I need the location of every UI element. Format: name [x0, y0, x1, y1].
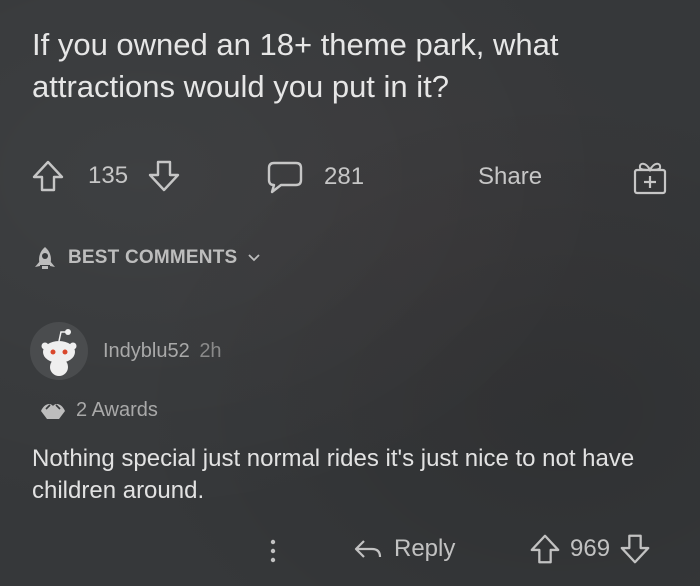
comment-body: Nothing special just normal rides it's j… — [32, 445, 635, 504]
more-vertical-icon — [263, 536, 283, 566]
comment-icon — [266, 160, 304, 194]
post-title: If you owned an 18+ theme park, what att… — [32, 27, 559, 104]
comment-count: 281 — [324, 163, 365, 190]
upvote-icon[interactable] — [30, 158, 66, 194]
award-button[interactable] — [630, 158, 670, 196]
comment-meta: Indyblu52 2h — [103, 340, 222, 363]
comment-vote-count: 969 — [570, 535, 611, 562]
more-options-button[interactable] — [263, 536, 283, 566]
wholesome-award-icon — [38, 397, 68, 423]
post-vote-group: 135 — [30, 158, 182, 194]
comment-vote-group: 969 — [528, 532, 652, 566]
reply-icon — [352, 535, 384, 563]
awards-count: 2 Awards — [76, 398, 158, 421]
username[interactable]: Indyblu52 — [103, 340, 190, 362]
upvote-icon[interactable] — [528, 532, 562, 566]
sort-label: BEST COMMENTS — [68, 247, 238, 268]
avatar[interactable] — [30, 322, 88, 380]
reply-button[interactable]: Reply — [352, 535, 455, 563]
downvote-icon[interactable] — [618, 532, 652, 566]
gift-icon — [630, 158, 670, 196]
reply-label: Reply — [394, 535, 456, 562]
comment-time: 2h — [199, 340, 222, 362]
share-button[interactable]: Share — [478, 163, 542, 191]
comment-sort-dropdown[interactable]: BEST COMMENTS — [32, 245, 261, 271]
chevron-down-icon — [247, 253, 261, 263]
rocket-icon — [32, 245, 58, 271]
share-label: Share — [478, 163, 543, 190]
awards-badge[interactable]: 2 Awards — [38, 397, 158, 423]
comments-button[interactable]: 281 — [266, 160, 364, 194]
upvote-count: 135 — [88, 162, 129, 189]
downvote-icon[interactable] — [146, 158, 182, 194]
